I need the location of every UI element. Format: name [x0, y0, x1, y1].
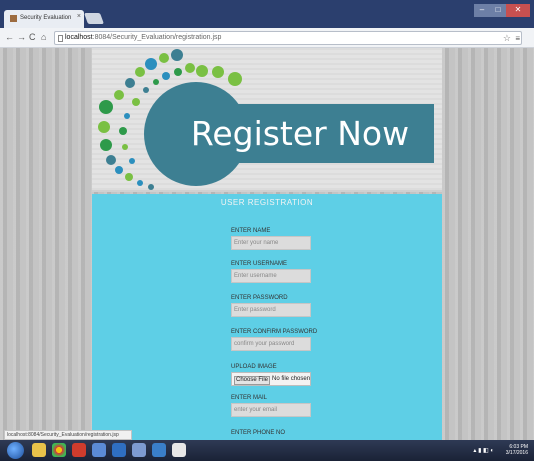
bookmark-star-icon[interactable]: ☆: [503, 33, 511, 44]
back-arrow-icon[interactable]: ←: [5, 32, 14, 42]
field-password: ENTER PASSWORD Enter password: [231, 295, 371, 317]
clock-date: 3/17/2016: [505, 450, 528, 456]
name-label: ENTER NAME: [231, 228, 271, 234]
password-input[interactable]: Enter password: [231, 303, 311, 317]
logo-dot: [115, 166, 123, 174]
choose-file-button[interactable]: Choose File: [234, 376, 271, 385]
logo-dot: [124, 113, 130, 119]
logo-dot: [100, 139, 112, 151]
new-tab-button[interactable]: [83, 13, 105, 24]
status-bar: localhost:8084/Security_Evaluation/regis…: [4, 430, 132, 440]
logo-dot: [143, 87, 149, 93]
register-banner: Register Now: [92, 48, 442, 192]
image-file-input[interactable]: Choose File No file chosen: [231, 372, 311, 386]
logo-dot: [145, 58, 157, 70]
password-label: ENTER PASSWORD: [231, 295, 288, 301]
registration-page: Register Now USER REGISTRATION ENTER NAM…: [92, 48, 442, 440]
chrome-icon[interactable]: [52, 443, 66, 457]
logo-dot: [137, 180, 143, 186]
app-icon[interactable]: [132, 443, 146, 457]
registration-form: USER REGISTRATION ENTER NAME Enter your …: [92, 194, 442, 440]
minimize-button[interactable]: –: [474, 4, 490, 17]
taskbar: ▴ ▮ ◧ ◐ 6:03 PM 3/17/2016: [0, 440, 534, 461]
clock[interactable]: 6:03 PM 3/17/2016: [506, 444, 528, 456]
field-confirm-password: ENTER CONFIRM PASSWORD confirm your pass…: [231, 329, 371, 351]
logo-dot: [135, 67, 145, 77]
logo-dot: [114, 90, 124, 100]
maximize-button[interactable]: □: [490, 4, 506, 17]
field-upload-image: UPLOAD IMAGE Choose File No file chosen: [231, 364, 371, 386]
logo-dot: [171, 49, 183, 61]
logo-dot: [196, 65, 208, 77]
logo-dot: [99, 100, 113, 114]
browser-titlebar: Security Evaluation × – □ ✕: [0, 0, 534, 28]
field-mail: ENTER MAIL enter your email: [231, 395, 371, 417]
tray-icons[interactable]: ▴ ▮ ◧ ◐: [473, 447, 494, 454]
file-explorer-icon[interactable]: [32, 443, 46, 457]
start-button[interactable]: [7, 442, 24, 459]
field-phone: ENTER PHONE NO: [231, 430, 371, 438]
page-viewport: Register Now USER REGISTRATION ENTER NAM…: [0, 48, 534, 440]
logo-dot: [125, 173, 133, 181]
username-input[interactable]: Enter username: [231, 269, 311, 283]
home-icon[interactable]: ⌂: [41, 32, 46, 42]
logo-dot: [228, 72, 242, 86]
menu-icon[interactable]: ≡: [515, 34, 520, 43]
page-icon: [58, 35, 63, 42]
logo-dot: [148, 184, 154, 190]
logo-dot: [185, 63, 195, 73]
tab-title: Security Evaluation: [20, 15, 72, 21]
url-host: localhost: [65, 34, 93, 41]
logo-dot: [125, 78, 135, 88]
tab-close-icon[interactable]: ×: [77, 13, 81, 20]
browser-tab[interactable]: Security Evaluation ×: [4, 10, 84, 28]
phone-label: ENTER PHONE NO: [231, 430, 286, 436]
confirm-password-label: ENTER CONFIRM PASSWORD: [231, 329, 318, 335]
logo-dot: [162, 72, 170, 80]
reload-icon[interactable]: C: [29, 32, 36, 42]
window-controls: – □ ✕: [474, 4, 530, 17]
logo-dot: [106, 155, 116, 165]
app-icon[interactable]: [152, 443, 166, 457]
app-icon[interactable]: [112, 443, 126, 457]
logo-dot: [212, 66, 224, 78]
screen: Security Evaluation × – □ ✕ ← → C ⌂ loca…: [0, 0, 534, 461]
close-button[interactable]: ✕: [506, 4, 530, 17]
url-path: :8084/Security_Evaluation/registration.j…: [92, 34, 222, 41]
register-heading: Register Now: [190, 114, 410, 153]
page-favicon-icon: [10, 15, 17, 22]
mail-label: ENTER MAIL: [231, 395, 268, 401]
logo-dot: [159, 53, 169, 63]
logo-dot: [119, 127, 127, 135]
app-icon[interactable]: [172, 443, 186, 457]
mail-input[interactable]: enter your email: [231, 403, 311, 417]
browser-toolbar: ← → C ⌂ localhost:8084/Security_Evaluati…: [0, 28, 534, 48]
upload-image-label: UPLOAD IMAGE: [231, 364, 277, 370]
forward-arrow-icon[interactable]: →: [17, 32, 26, 42]
username-label: ENTER USERNAME: [231, 261, 288, 267]
logo-dot: [174, 68, 182, 76]
logo-dot: [132, 98, 140, 106]
app-icon[interactable]: [72, 443, 86, 457]
logo-dot: [98, 121, 110, 133]
logo-dot: [122, 144, 128, 150]
field-name: ENTER NAME Enter your name: [231, 228, 371, 250]
form-title: USER REGISTRATION: [220, 198, 314, 207]
file-status: No file chosen: [272, 376, 311, 382]
address-bar[interactable]: localhost:8084/Security_Evaluation/regis…: [54, 31, 522, 45]
field-username: ENTER USERNAME Enter username: [231, 261, 371, 283]
logo-dot: [129, 158, 135, 164]
app-icon[interactable]: [92, 443, 106, 457]
confirm-password-input[interactable]: confirm your password: [231, 337, 311, 351]
name-input[interactable]: Enter your name: [231, 236, 311, 250]
logo-dot: [153, 79, 159, 85]
